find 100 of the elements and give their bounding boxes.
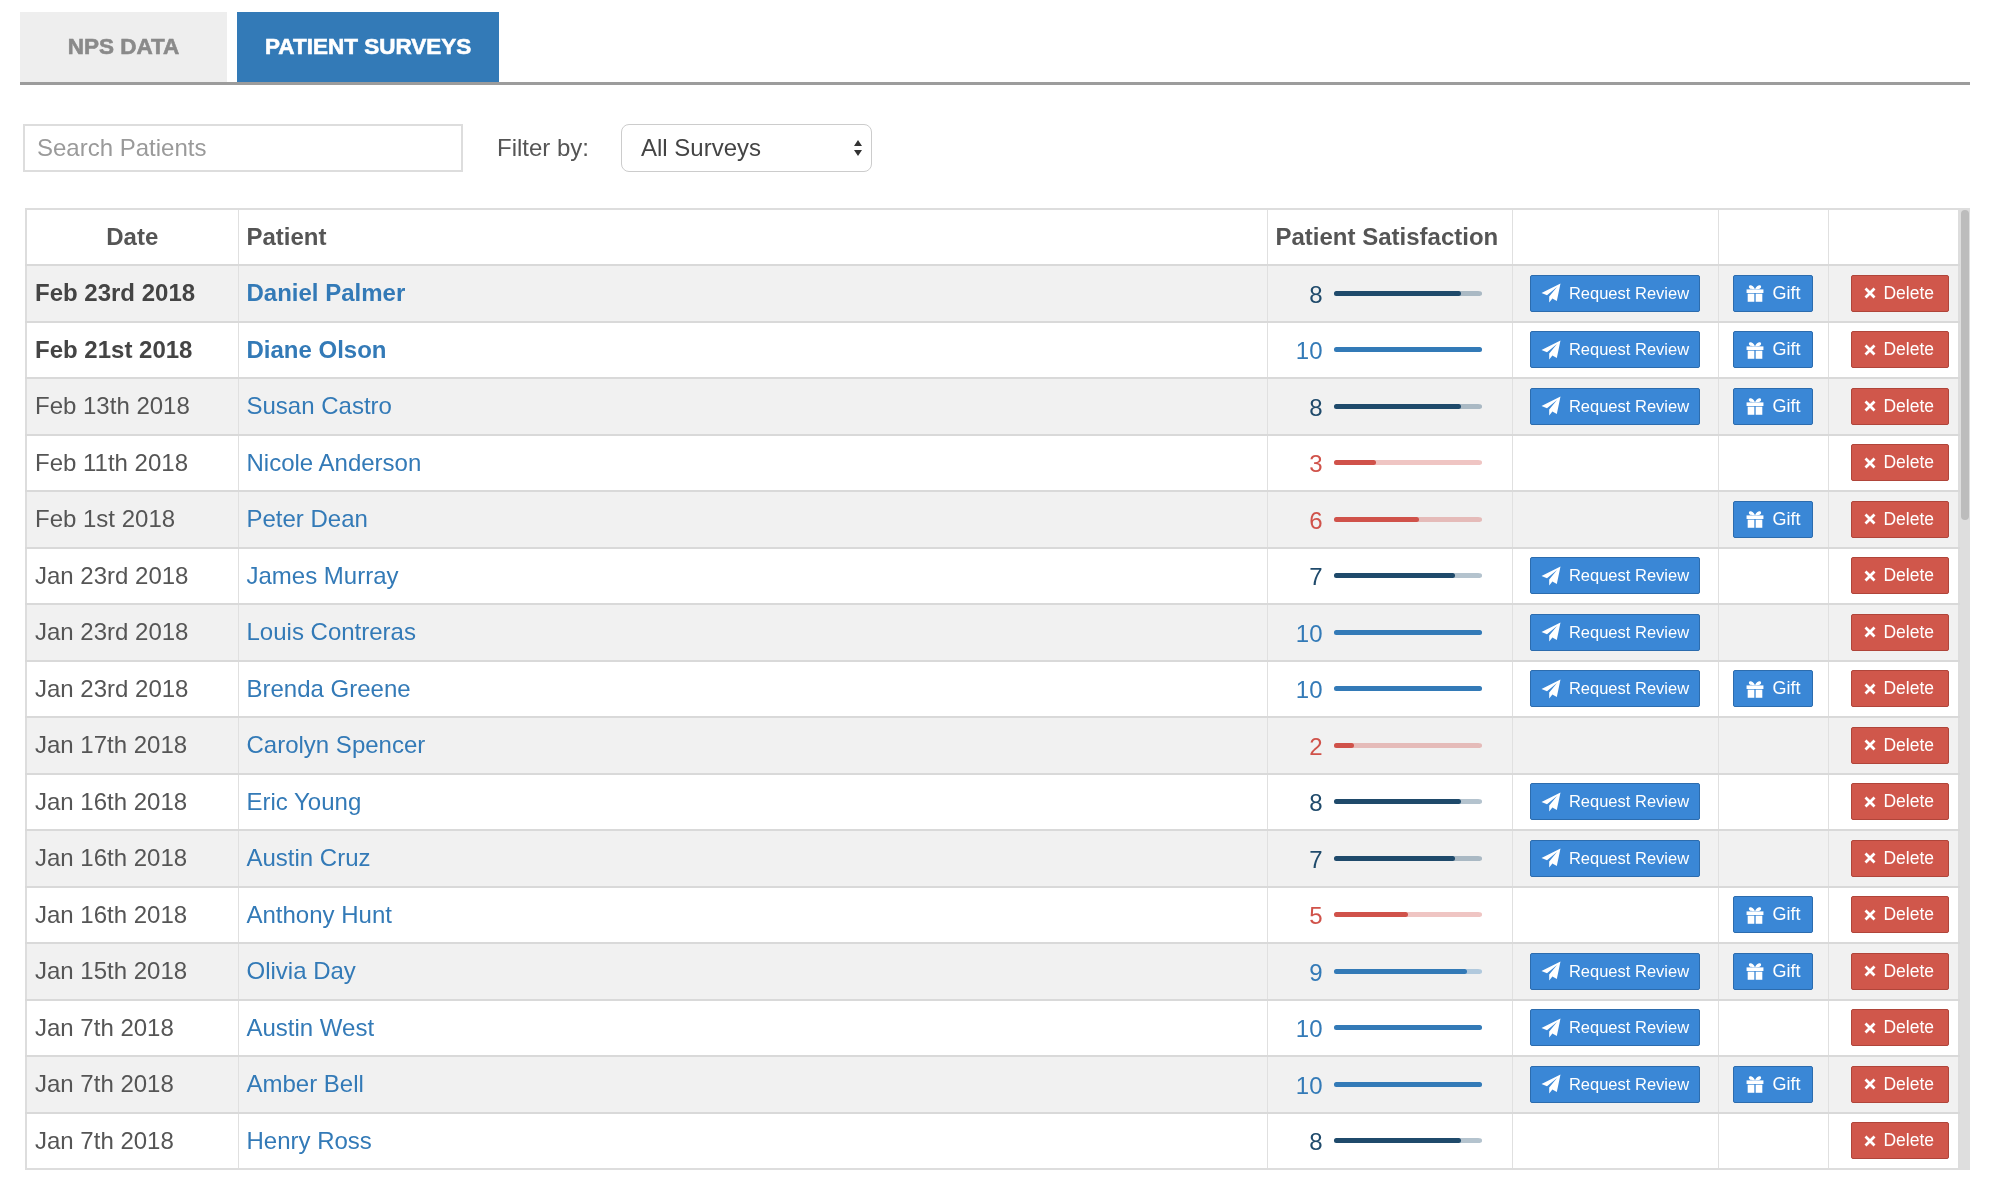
score-value: 7: [1308, 844, 1323, 874]
date-cell: Jan 23rd 2018: [26, 604, 238, 661]
request-review-button[interactable]: Request Review: [1529, 783, 1701, 821]
request-review-button[interactable]: Request Review: [1529, 952, 1701, 990]
delete-button[interactable]: Delete: [1851, 274, 1950, 312]
gift-button[interactable]: Gift: [1733, 952, 1813, 990]
date-cell: Jan 16th 2018: [26, 773, 238, 830]
delete-button[interactable]: Delete: [1851, 387, 1950, 425]
paper-plane-icon: [1540, 1074, 1561, 1095]
patient-link[interactable]: Olivia Day: [246, 957, 356, 985]
gift-button[interactable]: Gift: [1733, 274, 1813, 312]
gift-button[interactable]: Gift: [1733, 670, 1813, 708]
score-value: 10: [1294, 675, 1323, 705]
request-review-button[interactable]: Request Review: [1529, 670, 1701, 708]
patient-link[interactable]: Austin Cruz: [246, 844, 371, 872]
delete-button[interactable]: Delete: [1851, 557, 1950, 595]
x-icon: [1864, 569, 1877, 582]
gift-icon: [1746, 284, 1765, 303]
x-icon: [1864, 852, 1877, 865]
date-cell: Feb 21st 2018: [26, 321, 238, 378]
filter-dropdown[interactable]: All Surveys: [621, 124, 872, 172]
score-value: 5: [1308, 901, 1323, 931]
delete-button[interactable]: Delete: [1851, 839, 1950, 877]
x-icon: [1864, 287, 1877, 300]
score-value: 10: [1294, 1070, 1323, 1100]
up-down-arrows-icon: [853, 138, 863, 158]
patient-link[interactable]: Henry Ross: [246, 1126, 372, 1154]
delete-button[interactable]: Delete: [1851, 1122, 1950, 1160]
date-cell: Feb 1st 2018: [26, 491, 238, 548]
column-header: Patient Satisfaction: [1267, 209, 1512, 265]
scrollbar-thumb[interactable]: [1961, 210, 1969, 520]
patient-link[interactable]: Brenda Greene: [246, 674, 411, 702]
paper-plane-icon: [1540, 1017, 1561, 1038]
score-value: 8: [1308, 788, 1323, 818]
date-cell: Feb 11th 2018: [26, 434, 238, 491]
gift-icon: [1746, 1075, 1765, 1094]
column-header: Patient: [238, 209, 1267, 265]
patient-link[interactable]: Amber Bell: [246, 1070, 364, 1098]
score-value: 3: [1308, 449, 1323, 479]
score-value: 6: [1308, 505, 1323, 535]
tab[interactable]: NPS DATA: [20, 12, 227, 82]
gift-button[interactable]: Gift: [1733, 387, 1813, 425]
gift-icon: [1746, 397, 1765, 416]
delete-button[interactable]: Delete: [1851, 331, 1950, 369]
request-review-button[interactable]: Request Review: [1529, 613, 1701, 651]
delete-button[interactable]: Delete: [1851, 783, 1950, 821]
paper-plane-icon: [1540, 791, 1561, 812]
gift-button[interactable]: Gift: [1733, 896, 1813, 934]
patient-link[interactable]: James Murray: [246, 561, 399, 589]
score-value: 10: [1294, 1014, 1323, 1044]
gift-icon: [1746, 340, 1765, 359]
scrollbar[interactable]: [1960, 208, 1970, 1170]
gift-icon: [1746, 905, 1765, 924]
search-field[interactable]: Search Patients: [23, 124, 463, 172]
patient-link[interactable]: Daniel Palmer: [246, 279, 406, 307]
score-value: 7: [1308, 562, 1323, 592]
date-cell: Feb 23rd 2018: [26, 265, 238, 322]
request-review-button[interactable]: Request Review: [1529, 557, 1701, 595]
request-review-button[interactable]: Request Review: [1529, 331, 1701, 369]
delete-button[interactable]: Delete: [1851, 726, 1950, 764]
request-review-button[interactable]: Request Review: [1529, 387, 1701, 425]
score-value: 8: [1308, 392, 1323, 422]
request-review-button[interactable]: Request Review: [1529, 839, 1701, 877]
patient-link[interactable]: Eric Young: [246, 787, 362, 815]
request-review-button[interactable]: Request Review: [1529, 1065, 1701, 1103]
delete-button[interactable]: Delete: [1851, 896, 1950, 934]
paper-plane-icon: [1540, 565, 1561, 586]
gift-button[interactable]: Gift: [1733, 500, 1813, 538]
date-cell: Jan 17th 2018: [26, 717, 238, 774]
x-icon: [1864, 1021, 1877, 1034]
patient-link[interactable]: Anthony Hunt: [246, 900, 392, 928]
delete-button[interactable]: Delete: [1851, 952, 1950, 990]
paper-plane-icon: [1540, 961, 1561, 982]
delete-button[interactable]: Delete: [1851, 500, 1950, 538]
x-icon: [1864, 908, 1877, 921]
request-review-button[interactable]: Request Review: [1529, 274, 1701, 312]
patient-link[interactable]: Louis Contreras: [246, 618, 416, 646]
tab[interactable]: PATIENT SURVEYS: [237, 12, 500, 82]
gift-button[interactable]: Gift: [1733, 1065, 1813, 1103]
delete-button[interactable]: Delete: [1851, 613, 1950, 651]
patient-link[interactable]: Diane Olson: [246, 335, 387, 363]
column-header: Date: [26, 209, 238, 265]
gift-icon: [1746, 962, 1765, 981]
delete-button[interactable]: Delete: [1851, 670, 1950, 708]
patient-link[interactable]: Peter Dean: [246, 505, 368, 533]
delete-button[interactable]: Delete: [1851, 1065, 1950, 1103]
score-value: 9: [1308, 957, 1323, 987]
patient-link[interactable]: Nicole Anderson: [246, 448, 422, 476]
x-icon: [1864, 795, 1877, 808]
delete-button[interactable]: Delete: [1851, 1009, 1950, 1047]
patient-link[interactable]: Carolyn Spencer: [246, 731, 426, 759]
x-icon: [1864, 456, 1877, 469]
patient-link[interactable]: Susan Castro: [246, 392, 392, 420]
patient-link[interactable]: Austin West: [246, 1013, 375, 1041]
delete-button[interactable]: Delete: [1851, 444, 1950, 482]
paper-plane-icon: [1540, 283, 1561, 304]
x-icon: [1864, 1078, 1877, 1091]
gift-button[interactable]: Gift: [1733, 331, 1813, 369]
request-review-button[interactable]: Request Review: [1529, 1009, 1701, 1047]
gift-icon: [1746, 510, 1765, 529]
